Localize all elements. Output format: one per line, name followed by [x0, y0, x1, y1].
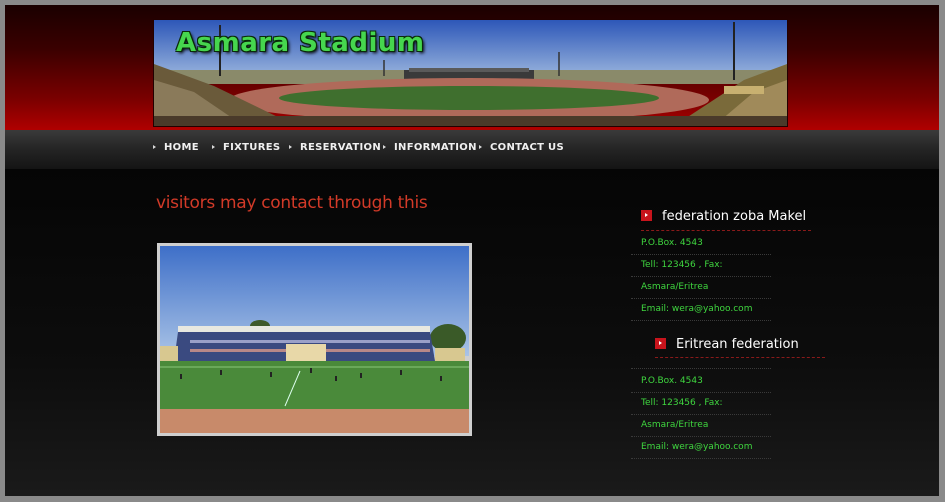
- divider: [631, 458, 771, 459]
- divider: [631, 414, 771, 415]
- contact-phone: Tell: 123456 , Fax:: [641, 260, 723, 270]
- contact-address: Asmara/Eritrea: [641, 420, 709, 430]
- nav-item-reservation[interactable]: RESERVATION: [289, 142, 381, 153]
- nav-bullet-icon: [212, 145, 215, 149]
- contact-phone: Tell: 123456 , Fax:: [641, 398, 723, 408]
- divider: [641, 230, 811, 231]
- header-banner: Asmara Stadium: [153, 19, 788, 127]
- nav-item-contact-us[interactable]: CONTACT US: [479, 142, 564, 153]
- nav-bullet-icon: [479, 145, 482, 149]
- divider: [631, 298, 771, 299]
- nav-item-fixtures[interactable]: FIXTURES: [212, 142, 280, 153]
- contact-pobox: P.O.Box. 4543: [641, 376, 703, 386]
- contact-email: Email: wera@yahoo.com: [641, 442, 753, 452]
- divider: [631, 276, 771, 277]
- stadium-photo-image: [160, 246, 469, 433]
- nav-item-label: INFORMATION: [394, 142, 477, 153]
- nav-item-label: RESERVATION: [300, 142, 382, 153]
- divider: [631, 436, 771, 437]
- sidebar-heading-label: Eritrean federation: [676, 337, 799, 352]
- main-nav: HOME FIXTURES RESERVATION INFORMATION CO…: [5, 130, 939, 170]
- contact-address: Asmara/Eritrea: [641, 282, 709, 292]
- contact-pobox: P.O.Box. 4543: [641, 238, 703, 248]
- contact-email: Email: wera@yahoo.com: [641, 304, 753, 314]
- nav-bullet-icon: [289, 145, 292, 149]
- main-content: visitors may contact through this federa…: [5, 169, 939, 496]
- sidebar-heading-eritrean-federation: Eritrean federation: [655, 337, 799, 352]
- nav-item-information[interactable]: INFORMATION: [383, 142, 477, 153]
- page-heading: visitors may contact through this: [156, 193, 428, 213]
- sidebar-heading-label: federation zoba Makel: [662, 209, 807, 224]
- site-title: Asmara Stadium: [176, 28, 425, 58]
- page-frame: Asmara Stadium HOME FIXTURES RESERVATION…: [5, 5, 939, 496]
- divider: [631, 392, 771, 393]
- nav-bullet-icon: [383, 145, 386, 149]
- nav-bullet-icon: [153, 145, 156, 149]
- header: Asmara Stadium: [5, 5, 939, 130]
- sidebar-heading-federation-zoba-makel: federation zoba Makel: [641, 209, 806, 224]
- nav-item-label: CONTACT US: [490, 142, 564, 153]
- bullet-arrow-icon: [641, 210, 652, 221]
- nav-item-label: FIXTURES: [223, 142, 281, 153]
- nav-item-label: HOME: [164, 142, 199, 153]
- nav-item-home[interactable]: HOME: [153, 142, 199, 153]
- divider: [631, 320, 771, 321]
- stadium-photo: [157, 243, 472, 436]
- divider: [655, 357, 825, 358]
- bullet-arrow-icon: [655, 338, 666, 349]
- divider: [631, 254, 771, 255]
- divider: [631, 368, 771, 369]
